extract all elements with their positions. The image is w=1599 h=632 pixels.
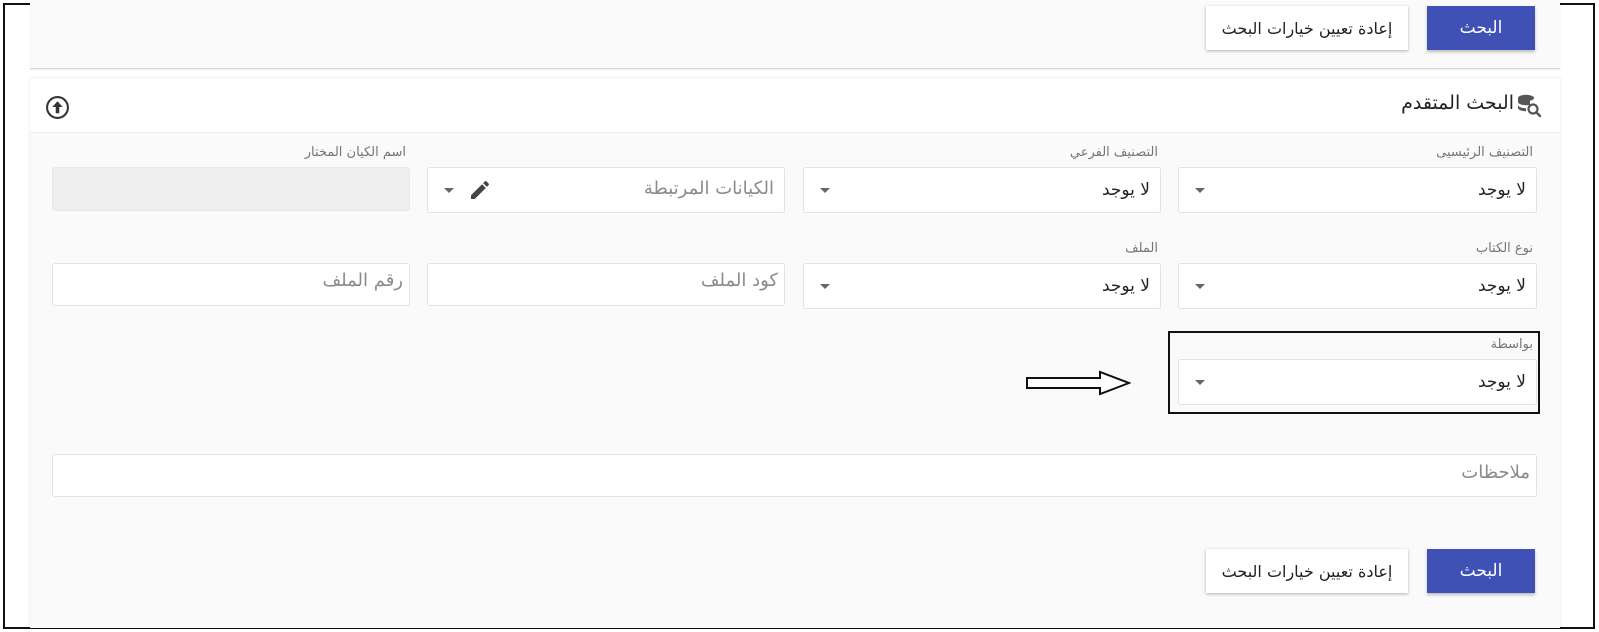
chevron-down-icon [444, 188, 454, 193]
file-select[interactable]: لا يوجد [803, 263, 1161, 309]
arrow-up-circle-icon[interactable] [45, 95, 70, 120]
related-entities-select[interactable]: الكيانات المرتبطة [427, 167, 785, 213]
search-button-top[interactable]: البحث [1427, 6, 1535, 50]
main-category-select[interactable]: لا يوجد [1178, 167, 1537, 213]
chevron-down-icon [820, 284, 830, 289]
chevron-down-icon [1195, 284, 1205, 289]
annotation-highlight-box [1168, 331, 1540, 414]
sub-category-select[interactable]: لا يوجد [803, 167, 1161, 213]
sub-category-value: لا يوجد [1101, 180, 1150, 200]
advanced-search-header[interactable]: البحث المتقدم [30, 78, 1560, 133]
file-number-placeholder: رقم الملف [322, 270, 403, 291]
database-search-icon [1518, 94, 1542, 118]
reset-search-button-top[interactable]: إعادة تعيين خيارات البحث [1206, 6, 1408, 50]
file-code-input[interactable]: كود الملف [427, 263, 785, 306]
book-type-value: لا يوجد [1477, 276, 1526, 296]
book-type-label: نوع الكتاب [1475, 241, 1533, 256]
reset-search-button-bottom[interactable]: إعادة تعيين خيارات البحث [1206, 549, 1408, 593]
file-value: لا يوجد [1101, 276, 1150, 296]
chevron-down-icon [820, 188, 830, 193]
notes-placeholder: ملاحظات [1461, 462, 1530, 483]
chevron-down-icon [1195, 188, 1205, 193]
top-actions-card: البحث إعادة تعيين خيارات البحث [30, 0, 1560, 69]
main-category-label: التصنيف الرئيسيى [1436, 145, 1533, 160]
advanced-search-title: البحث المتقدم [1401, 92, 1514, 114]
pencil-icon[interactable] [468, 178, 492, 202]
sub-category-label: التصنيف الفرعي [1069, 145, 1158, 160]
search-button-bottom[interactable]: البحث [1427, 549, 1535, 593]
file-number-input[interactable]: رقم الملف [52, 263, 410, 306]
book-type-select[interactable]: لا يوجد [1178, 263, 1537, 309]
selected-entity-field [52, 167, 410, 211]
notes-input[interactable]: ملاحظات [52, 454, 1537, 497]
main-category-value: لا يوجد [1477, 180, 1526, 200]
selected-entity-label: اسم الكيان المختار [304, 145, 406, 160]
annotation-arrow-icon [1026, 370, 1131, 396]
related-entities-placeholder: الكيانات المرتبطة [643, 178, 774, 199]
file-label: الملف [1125, 241, 1158, 256]
file-code-placeholder: كود الملف [700, 270, 778, 291]
